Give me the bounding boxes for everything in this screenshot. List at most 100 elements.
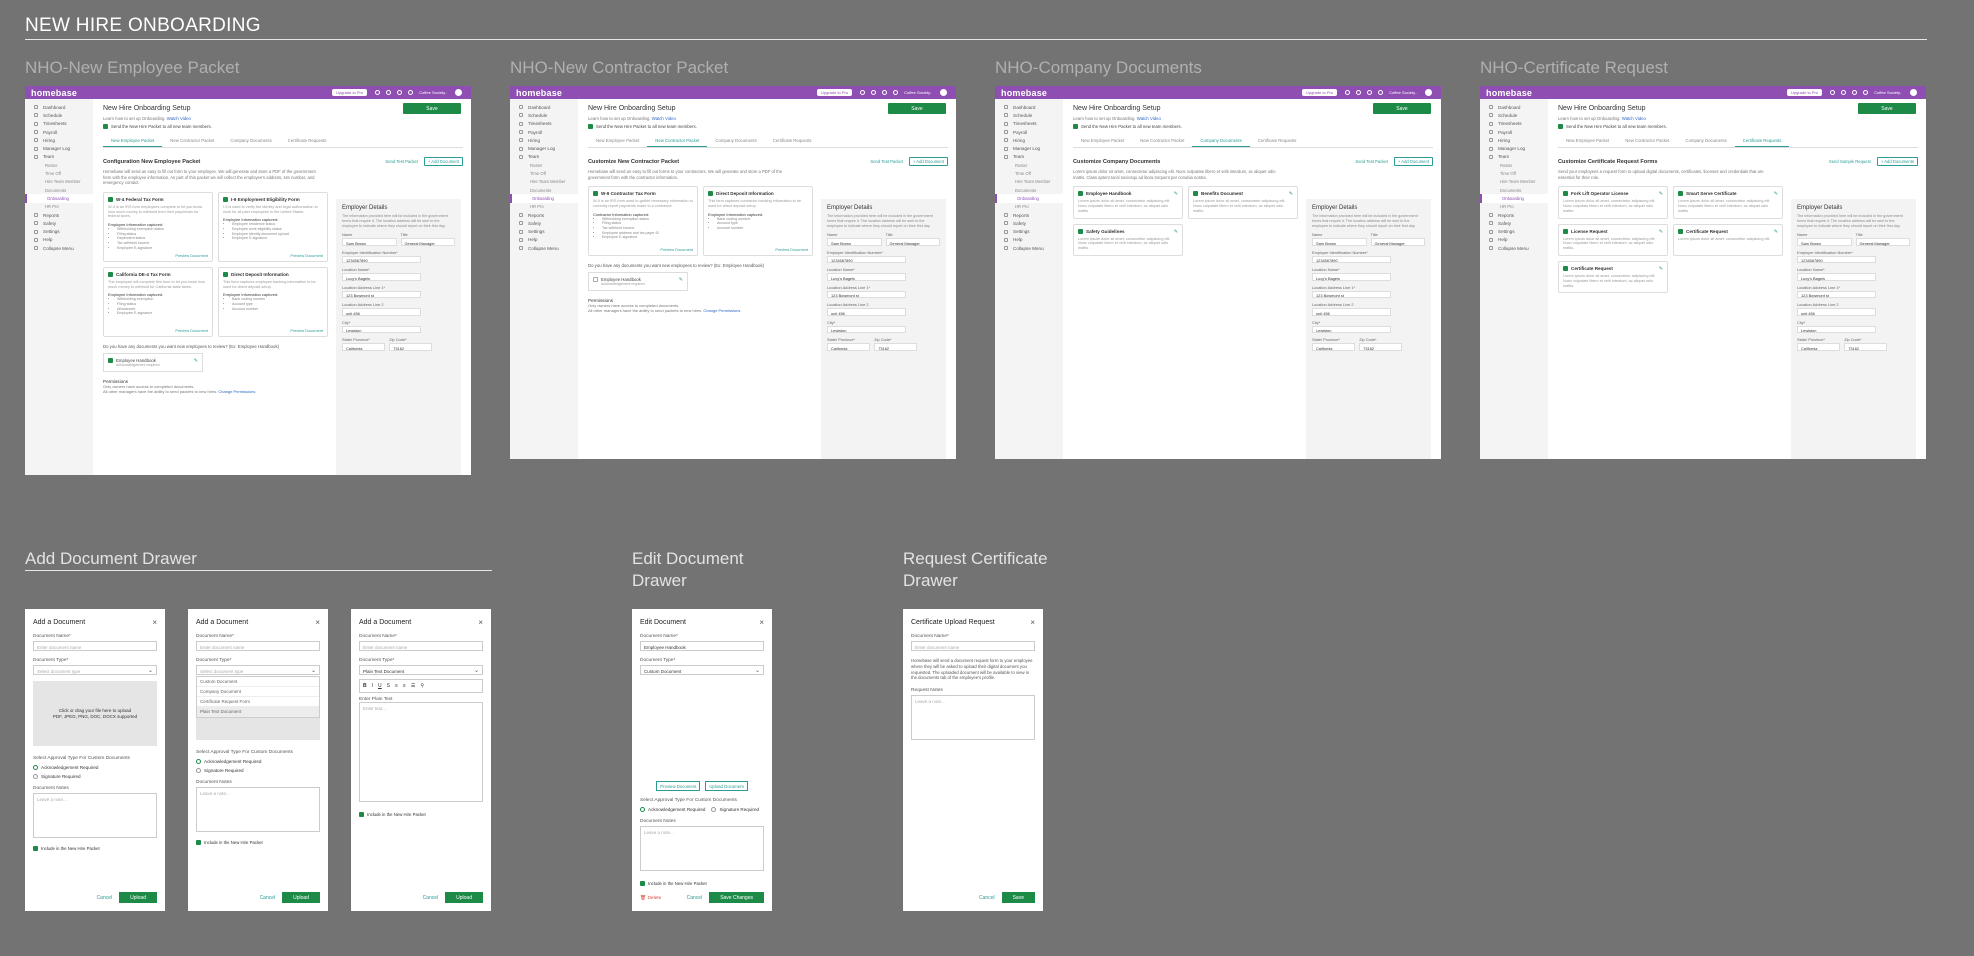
sidebar-subitem[interactable]: Roster xyxy=(1480,161,1548,169)
option-custom[interactable]: Custom Document xyxy=(197,677,319,687)
upload-button[interactable]: Upload xyxy=(282,892,320,903)
file-dropzone[interactable]: Click or drag your file here to upload PD… xyxy=(33,681,157,746)
chat-icon[interactable] xyxy=(871,90,877,95)
sidebar-subitem[interactable]: HR Pro xyxy=(510,203,578,211)
sidebar-subitem[interactable]: Roster xyxy=(995,161,1063,169)
document-card[interactable]: Direct Deposit Information This form capt… xyxy=(218,266,328,337)
card-checkbox[interactable] xyxy=(108,271,113,277)
sidebar-item[interactable]: Timesheets xyxy=(510,120,578,128)
chat-icon[interactable] xyxy=(1356,90,1362,95)
add-documents-button[interactable]: + Add Documents xyxy=(1876,157,1918,166)
ein-input[interactable]: 1234567890 xyxy=(827,255,907,264)
account-switcher[interactable]: Coffee Society.. xyxy=(1874,90,1902,95)
ein-input[interactable]: 1234567890 xyxy=(342,255,422,264)
upgrade-button[interactable]: Upgrade to Pro xyxy=(1301,89,1338,96)
bell-icon[interactable] xyxy=(1852,90,1858,95)
card-checkbox[interactable] xyxy=(223,196,228,202)
title-input[interactable]: General Manager xyxy=(400,238,455,246)
upgrade-button[interactable]: Upgrade to Pro xyxy=(816,89,853,96)
sidebar-subitem[interactable]: HR Pro xyxy=(25,203,93,211)
sidebar-item[interactable]: Help xyxy=(510,236,578,244)
avatar[interactable] xyxy=(455,89,462,96)
card-checkbox[interactable] xyxy=(1078,191,1083,197)
document-card[interactable]: Safety Guidelines Lorem ipsum dolor sit a… xyxy=(1073,223,1183,256)
sidebar-item[interactable]: Safety xyxy=(995,219,1063,227)
include-checkbox[interactable] xyxy=(33,846,38,851)
sidebar-item[interactable]: Team xyxy=(995,153,1063,161)
address-line-1-input[interactable]: 123 Bowmont st xyxy=(1797,290,1877,299)
state-select[interactable]: California xyxy=(342,343,386,351)
delete-button[interactable]: 🗑 Delete xyxy=(640,896,661,901)
cancel-button[interactable]: Cancel xyxy=(979,895,995,901)
card-checkbox[interactable] xyxy=(108,196,113,202)
zip-input[interactable]: 73162 xyxy=(1359,343,1403,351)
option-plain-text[interactable]: Plain Text Document xyxy=(197,707,319,717)
edit-icon[interactable]: ✎ xyxy=(1774,191,1778,197)
plain-text-editor[interactable]: Enter text... xyxy=(359,702,483,802)
cancel-button[interactable]: Cancel xyxy=(687,895,703,901)
tab[interactable]: New Employee Packet xyxy=(588,136,647,147)
name-input[interactable]: Sam Brown xyxy=(827,238,882,246)
ack-radio[interactable] xyxy=(33,765,38,770)
tab[interactable]: Company Documents xyxy=(707,136,764,147)
address-line-2-input[interactable]: unit 456 xyxy=(1312,308,1392,316)
ack-radio[interactable] xyxy=(640,807,645,812)
edit-icon[interactable]: ✎ xyxy=(1174,191,1178,197)
sidebar-subitem[interactable]: Time Off xyxy=(1480,169,1548,177)
save-button[interactable]: Save xyxy=(888,103,946,114)
location-name-input[interactable]: Lucy's Bagels xyxy=(1797,273,1877,281)
cancel-button[interactable]: Cancel xyxy=(97,895,113,901)
sidebar-item[interactable]: Hiring xyxy=(1480,136,1548,144)
sidebar-item[interactable]: Collapse Menu xyxy=(995,244,1063,252)
avatar[interactable] xyxy=(1910,89,1917,96)
document-card[interactable]: California DE-4 Tax Form The employee wil… xyxy=(103,266,213,337)
upgrade-button[interactable]: Upgrade to Pro xyxy=(1786,89,1823,96)
tab[interactable]: Company Documents xyxy=(1192,136,1250,147)
tab[interactable]: Company Documents xyxy=(222,136,279,147)
tab[interactable]: Certificate Requests xyxy=(1734,136,1790,147)
upload-button[interactable]: Upload xyxy=(119,892,157,903)
city-input[interactable]: Lewiston xyxy=(1797,325,1877,334)
title-input[interactable]: General Manager xyxy=(885,238,940,246)
sidebar-item[interactable]: Manager Log xyxy=(25,144,93,152)
city-input[interactable]: Lewiston xyxy=(342,325,422,334)
save-button[interactable]: Save xyxy=(1001,892,1035,903)
city-input[interactable]: Lewiston xyxy=(827,325,907,334)
state-select[interactable]: California xyxy=(1797,343,1841,351)
sidebar-subitem[interactable]: Roster xyxy=(510,161,578,169)
change-permissions-link[interactable]: Change Permissions xyxy=(703,308,740,313)
list-icon[interactable]: ☰ xyxy=(411,683,415,689)
account-switcher[interactable]: Coffee Society.. xyxy=(419,90,447,95)
ein-input[interactable]: 1234567890 xyxy=(1312,255,1392,264)
sidebar-subitem[interactable]: Documents xyxy=(995,186,1063,194)
preview-document-link[interactable]: Preview Document xyxy=(290,253,323,258)
card-checkbox[interactable] xyxy=(1193,191,1198,197)
sidebar-item[interactable]: Dashboard xyxy=(995,103,1063,111)
clock-icon[interactable] xyxy=(375,90,381,95)
request-notes-textarea[interactable]: Leave a note... xyxy=(911,695,1035,741)
help-icon[interactable] xyxy=(1863,90,1869,95)
watch-video-link[interactable]: Watch Video xyxy=(1622,116,1646,121)
add-document-button[interactable]: + Add Document xyxy=(1393,157,1433,166)
state-select[interactable]: California xyxy=(1312,343,1356,351)
document-name-input[interactable]: Enter document name xyxy=(33,641,157,651)
sidebar-item[interactable]: Help xyxy=(25,236,93,244)
option-certificate[interactable]: Certificate Request Form xyxy=(197,697,319,707)
save-changes-button[interactable]: Save Changes xyxy=(709,892,764,903)
edit-icon[interactable]: ✎ xyxy=(1659,266,1663,272)
document-card[interactable]: Benefits Document Lorem ipsum dolor sit a… xyxy=(1188,186,1298,219)
chat-icon[interactable] xyxy=(386,90,392,95)
help-icon[interactable] xyxy=(408,90,414,95)
avatar[interactable] xyxy=(1425,89,1432,96)
clock-icon[interactable] xyxy=(1345,90,1351,95)
tab[interactable]: New Contractor Packet xyxy=(647,136,708,147)
sidebar-item[interactable]: Payroll xyxy=(25,128,93,136)
link-icon[interactable]: ⚲ xyxy=(420,683,424,689)
tab[interactable]: Certificate Requests xyxy=(280,136,335,147)
address-line-2-input[interactable]: unit 456 xyxy=(1797,308,1877,316)
sidebar-item[interactable]: Help xyxy=(995,236,1063,244)
bell-icon[interactable] xyxy=(882,90,888,95)
sidebar-item[interactable]: Manager Log xyxy=(1480,144,1548,152)
tab[interactable]: Certificate Requests xyxy=(1250,136,1305,147)
edit-icon[interactable]: ✎ xyxy=(1289,191,1293,197)
